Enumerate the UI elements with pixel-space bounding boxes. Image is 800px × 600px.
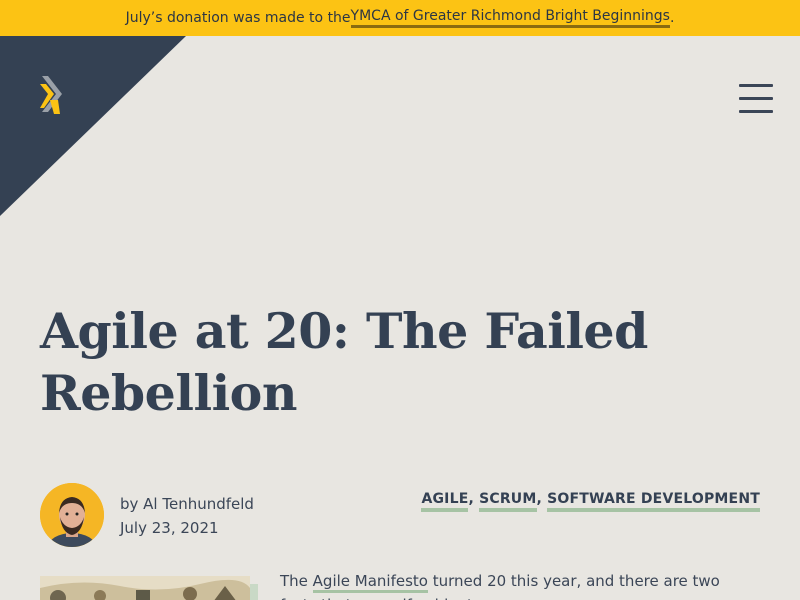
post-date: July 23, 2021 — [120, 519, 219, 537]
category-link-software-development[interactable]: SOFTWARE DEVELOPMENT — [547, 491, 760, 512]
hamburger-bar — [739, 97, 773, 100]
intro-text-before: The — [280, 572, 313, 590]
category-separator: , — [468, 491, 480, 507]
lightning-logo-icon — [40, 76, 62, 114]
category-separator: , — [536, 491, 548, 507]
agile-manifesto-link[interactable]: Agile Manifesto — [312, 572, 428, 593]
author-photo — [40, 483, 104, 547]
hamburger-bar — [739, 110, 773, 113]
post-categories: AGILE, SCRUM, SOFTWARE DEVELOPMENT — [421, 491, 760, 512]
author-avatar[interactable] — [40, 483, 104, 547]
hamburger-menu-button[interactable] — [738, 82, 774, 116]
post-intro-paragraph: The Agile Manifesto turned 20 this year,… — [280, 569, 760, 600]
banner-text-after: . — [669, 10, 675, 26]
category-link-scrum[interactable]: SCRUM — [479, 491, 537, 512]
byline-prefix: by — [120, 495, 144, 513]
hamburger-menu-icon — [739, 84, 773, 87]
painting-illustration — [40, 576, 250, 600]
author-line: by Al Tenhundfeld — [120, 492, 254, 516]
image-accent-edge — [250, 584, 258, 600]
post-title-line1: Agile at 20: The Failed — [40, 302, 648, 360]
author-name[interactable]: Al Tenhundfeld — [143, 495, 254, 513]
category-link-agile[interactable]: AGILE — [421, 491, 469, 512]
banner-donation-link[interactable]: YMCA of Greater Richmond Bright Beginnin… — [350, 8, 670, 28]
announcement-banner: July’s donation was made to the YMCA of … — [0, 0, 800, 36]
banner-text-before: July’s donation was made to the — [125, 10, 351, 26]
post-byline: by Al Tenhundfeld July 23, 2021 — [120, 492, 254, 540]
header-corner-triangle — [0, 36, 186, 216]
post-title: Agile at 20: The Failed Rebellion — [40, 300, 740, 424]
site-logo[interactable] — [38, 74, 66, 116]
post-featured-image — [40, 576, 250, 600]
post-title-line2: Rebellion — [40, 364, 298, 422]
